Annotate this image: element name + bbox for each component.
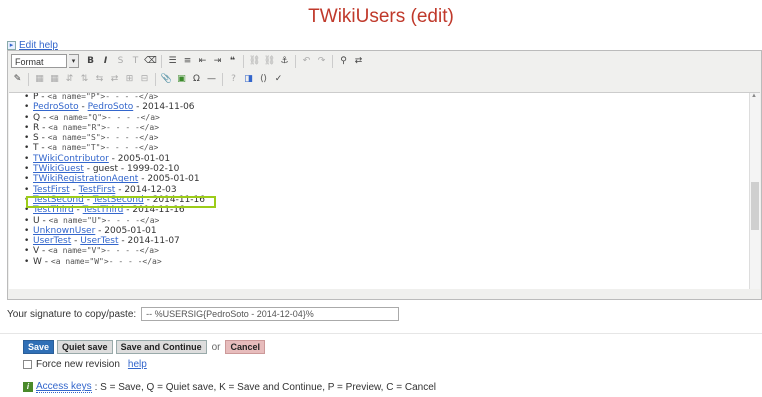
list-item: TWikiRegistrationAgent - 2005-01-01: [24, 174, 760, 185]
toolbar-divider: [161, 54, 162, 68]
html-source-icon[interactable]: ⟨⟩: [257, 73, 270, 86]
force-revision-row: Force new revision help: [23, 359, 147, 370]
help-icon[interactable]: ?: [227, 73, 240, 86]
code-icon[interactable]: T: [129, 55, 142, 68]
redo-icon[interactable]: ↷: [315, 55, 328, 68]
edit-icon[interactable]: ✎: [11, 73, 24, 86]
or-text: or: [211, 341, 221, 353]
list-item: UserTest - UserTest - 2014-11-07: [24, 236, 760, 247]
find-icon[interactable]: ⚲: [337, 55, 350, 68]
user-link[interactable]: TWikiContributor: [33, 154, 109, 164]
table-props-icon[interactable]: ▦: [48, 73, 61, 86]
table-icon[interactable]: ▦: [33, 73, 46, 86]
cancel-button[interactable]: Cancel: [225, 340, 265, 354]
special-char-icon[interactable]: Ω: [190, 73, 203, 86]
signature-row: Your signature to copy/paste:: [7, 307, 400, 321]
force-revision-checkbox[interactable]: [23, 360, 32, 369]
signature-label: Your signature to copy/paste:: [7, 308, 137, 320]
toolbar-row-1: Format ▾ B I S T ⌫ ☰ ≡ ⇤ ⇥ ❝ ⛓ ⛓ ⚓ ↶ ↷ ⚲…: [11, 54, 365, 68]
list-item: Q - <a name="Q">- - - -</a>: [24, 113, 760, 124]
outdent-icon[interactable]: ⇤: [196, 55, 209, 68]
scroll-up-icon[interactable]: ▲: [751, 93, 757, 99]
editor-scrollbar[interactable]: ▲: [749, 93, 760, 289]
delete-col-icon[interactable]: ⇄: [108, 73, 121, 86]
access-keys-text: : S = Save, Q = Quiet save, K = Save and…: [94, 381, 436, 393]
italic-icon[interactable]: I: [99, 55, 112, 68]
strikethrough-icon[interactable]: S: [114, 55, 127, 68]
toolbar-divider: [243, 54, 244, 68]
indent-icon[interactable]: ⇥: [211, 55, 224, 68]
numbered-list-icon[interactable]: ≡: [181, 55, 194, 68]
replace-icon[interactable]: ⇄: [352, 55, 365, 68]
list-item: TWikiContributor - 2005-01-01: [24, 154, 760, 165]
list-item: TWikiGuest - guest - 1999-02-10: [24, 164, 760, 175]
toolbar-divider: [222, 72, 223, 86]
quiet-save-button[interactable]: Quiet save: [57, 340, 113, 354]
bold-icon[interactable]: B: [84, 55, 97, 68]
user-link[interactable]: UnknownUser: [33, 226, 95, 236]
chevron-down-icon[interactable]: ▾: [69, 54, 79, 68]
insert-col-icon[interactable]: ⇆: [93, 73, 106, 86]
user-link[interactable]: UserTest: [80, 236, 118, 246]
unlink-icon[interactable]: ⛓: [263, 55, 276, 68]
blockquote-icon[interactable]: ❝: [226, 55, 239, 68]
editor-content[interactable]: P - <a name="P">- - - -</a> PedroSoto - …: [9, 92, 760, 289]
user-link[interactable]: TestFirst: [79, 185, 116, 195]
save-and-continue-button[interactable]: Save and Continue: [115, 340, 207, 354]
list-item: P - <a name="P">- - - -</a>: [24, 93, 760, 103]
expand-icon: ▸: [7, 41, 16, 50]
toolbar-row-2: ✎ ▦ ▦ ⇵ ⇅ ⇆ ⇄ ⊞ ⊟ 📎 ▣ Ω — ? ◨ ⟨⟩ ✓: [11, 72, 285, 86]
user-link[interactable]: TestFirst: [33, 185, 70, 195]
image-icon[interactable]: ▣: [175, 73, 188, 86]
split-cell-icon[interactable]: ⊞: [123, 73, 136, 86]
list-item: U - <a name="U">- - - -</a>: [24, 216, 760, 227]
user-link[interactable]: TWikiGuest: [33, 164, 84, 174]
force-revision-label: Force new revision: [36, 359, 120, 370]
format-select[interactable]: Format: [11, 54, 67, 68]
wysiwyg-editor: Format ▾ B I S T ⌫ ☰ ≡ ⇤ ⇥ ❝ ⛓ ⛓ ⚓ ↶ ↷ ⚲…: [7, 50, 762, 300]
divider: [0, 333, 762, 334]
undo-icon[interactable]: ↶: [300, 55, 313, 68]
page-title: TWikiUsers (edit): [308, 6, 454, 27]
delete-row-icon[interactable]: ⇅: [78, 73, 91, 86]
list-item: S - <a name="S">- - - -</a>: [24, 133, 760, 144]
test-icon[interactable]: ✓: [272, 73, 285, 86]
user-link[interactable]: UserTest: [33, 236, 71, 246]
access-keys-link[interactable]: Access keys: [36, 381, 92, 393]
signature-field[interactable]: [141, 307, 400, 321]
remove-format-icon[interactable]: ⌫: [144, 55, 157, 68]
scrollbar-thumb[interactable]: [751, 182, 759, 230]
user-link[interactable]: PedroSoto: [33, 102, 79, 112]
list-item: V - <a name="V">- - - -</a>: [24, 246, 760, 257]
html-icon[interactable]: ◨: [242, 73, 255, 86]
user-link[interactable]: TWikiRegistrationAgent: [33, 174, 138, 184]
selection-highlight: [26, 196, 216, 208]
toolbar-divider: [332, 54, 333, 68]
save-button[interactable]: Save: [23, 340, 55, 354]
insert-row-icon[interactable]: ⇵: [63, 73, 76, 86]
list-item: PedroSoto - PedroSoto - 2014-11-06: [24, 102, 760, 113]
anchor-icon[interactable]: ⚓: [278, 55, 291, 68]
user-list: P - <a name="P">- - - -</a> PedroSoto - …: [9, 93, 760, 268]
toolbar-divider: [295, 54, 296, 68]
bullet-list-icon[interactable]: ☰: [166, 55, 179, 68]
merge-cell-icon[interactable]: ⊟: [138, 73, 151, 86]
help-link[interactable]: help: [128, 359, 147, 370]
list-item: UnknownUser - 2005-01-01: [24, 226, 760, 237]
info-icon: i: [23, 382, 33, 392]
toolbar-divider: [155, 72, 156, 86]
list-item: T - <a name="T">- - - -</a>: [24, 143, 760, 154]
toolbar-divider: [28, 72, 29, 86]
link-icon[interactable]: ⛓: [248, 55, 261, 68]
horizontal-rule-icon[interactable]: —: [205, 73, 218, 86]
action-bar: Save Quiet save Save and Continue or Can…: [23, 340, 265, 354]
list-item: TestFirst - TestFirst - 2014-12-03: [24, 185, 760, 196]
user-link[interactable]: PedroSoto: [88, 102, 134, 112]
list-item: R - <a name="R">- - - -</a>: [24, 123, 760, 134]
attach-icon[interactable]: 📎: [160, 73, 173, 86]
list-item: W - <a name="W">- - - -</a>: [24, 257, 760, 268]
access-keys-row: i Access keys: S = Save, Q = Quiet save,…: [23, 381, 436, 393]
